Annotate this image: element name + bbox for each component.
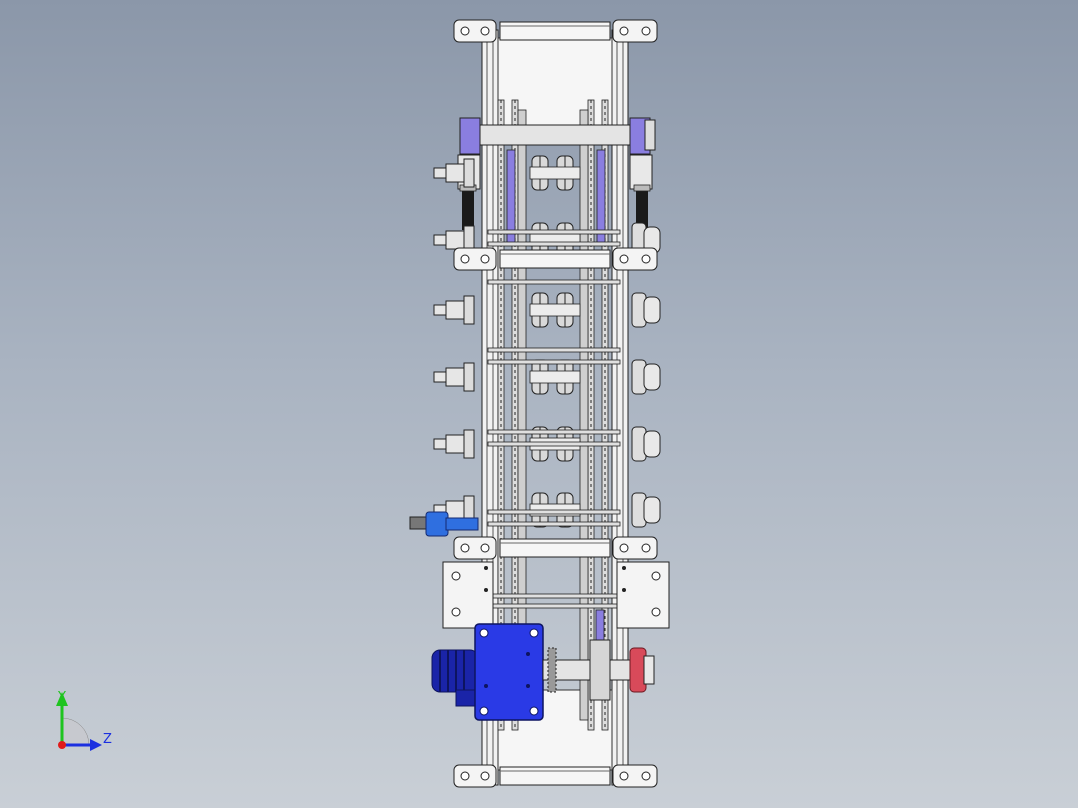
bolt-hole	[460, 254, 470, 264]
y-axis-label: Y	[57, 690, 66, 705]
bolt-hole	[480, 771, 490, 781]
bolt-hole	[480, 26, 490, 36]
cross-bar	[487, 229, 621, 235]
roller-hub	[445, 500, 467, 520]
top-bearing-cap	[644, 119, 656, 151]
bolt-hole	[619, 254, 629, 264]
roller-hub	[445, 434, 467, 454]
bolt-hole	[460, 543, 470, 553]
triad-quadrant	[61, 717, 90, 746]
roller-hub	[445, 300, 467, 320]
bolt-hole	[480, 543, 490, 553]
cross-bar	[487, 241, 621, 247]
cross-bar	[487, 279, 621, 285]
bolt-hole	[480, 254, 490, 264]
roller-flange	[463, 295, 475, 325]
cross-bar	[487, 441, 621, 447]
mounting-foot	[453, 19, 497, 43]
bolt-hole	[460, 26, 470, 36]
side-wheel-hub	[643, 363, 661, 391]
roller-flange	[463, 362, 475, 392]
cross-beam	[499, 538, 611, 558]
cad-viewport[interactable]: Y Z	[0, 0, 1078, 808]
cross-beam	[499, 21, 611, 41]
drive-side-plate-right	[616, 561, 670, 629]
top-bearing-left	[459, 117, 481, 155]
cross-bar	[487, 603, 621, 609]
cross-bar	[487, 429, 621, 435]
z-axis-label: Z	[103, 732, 112, 747]
right-tensioner	[629, 154, 653, 230]
mounting-foot	[453, 247, 497, 271]
axis-triad: Y Z	[56, 690, 112, 751]
cross-bar	[487, 347, 621, 353]
mounting-foot	[453, 764, 497, 788]
tensioner-red	[629, 647, 655, 693]
drive-motor	[431, 649, 479, 707]
bolt-hole	[641, 771, 651, 781]
cross-bar	[487, 521, 621, 527]
cross-bar	[487, 509, 621, 515]
bolt-hole	[619, 26, 629, 36]
drive-sprocket	[547, 647, 557, 693]
bolt-hole	[460, 771, 470, 781]
x-axis-dot	[58, 741, 66, 749]
cross-bar	[487, 593, 621, 599]
bolt-hole	[619, 771, 629, 781]
roller-axle	[529, 166, 581, 180]
cross-bar	[487, 359, 621, 365]
conveyor-assembly[interactable]	[409, 19, 670, 788]
roller-flange	[463, 158, 475, 188]
side-wheel-hub	[643, 496, 661, 524]
roller-hub	[445, 230, 467, 250]
bolt-hole	[641, 543, 651, 553]
cross-beam	[499, 766, 611, 786]
z-axis-arrow	[90, 739, 102, 751]
top-drive-shaft	[469, 124, 651, 146]
side-wheel-hub	[643, 296, 661, 324]
roller-flange	[463, 429, 475, 459]
roller-axle	[529, 370, 581, 384]
drive-side-plate-left	[442, 561, 494, 629]
gearbox	[474, 623, 544, 721]
roller-hub	[445, 367, 467, 387]
chain-sprocket-right	[589, 639, 611, 701]
bolt-hole	[641, 254, 651, 264]
roller-axle	[529, 303, 581, 317]
mounting-foot	[453, 536, 497, 560]
bolt-hole	[641, 26, 651, 36]
roller-hub	[445, 163, 467, 183]
bolt-hole	[619, 543, 629, 553]
cross-beam	[499, 249, 611, 269]
side-wheel-hub	[643, 430, 661, 458]
